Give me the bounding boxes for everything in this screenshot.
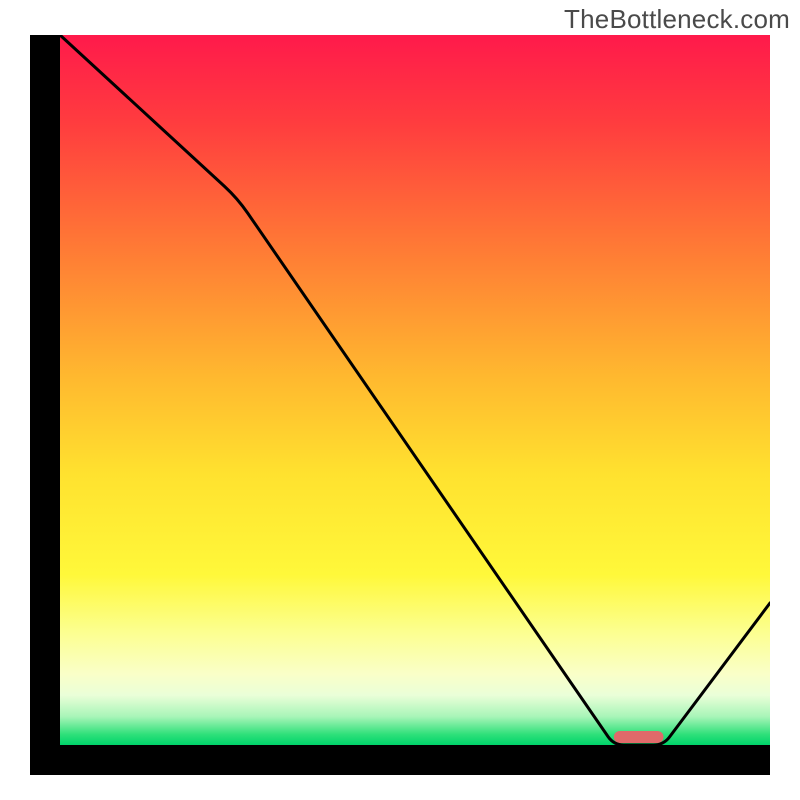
watermark-text: TheBottleneck.com <box>564 4 790 35</box>
optimal-range-marker <box>614 731 664 743</box>
gradient-background <box>60 35 770 745</box>
chart-frame: TheBottleneck.com <box>0 0 800 800</box>
chart-svg <box>30 35 770 775</box>
x-axis <box>30 745 770 775</box>
y-axis <box>30 35 60 775</box>
bottleneck-curve-chart <box>30 35 770 775</box>
